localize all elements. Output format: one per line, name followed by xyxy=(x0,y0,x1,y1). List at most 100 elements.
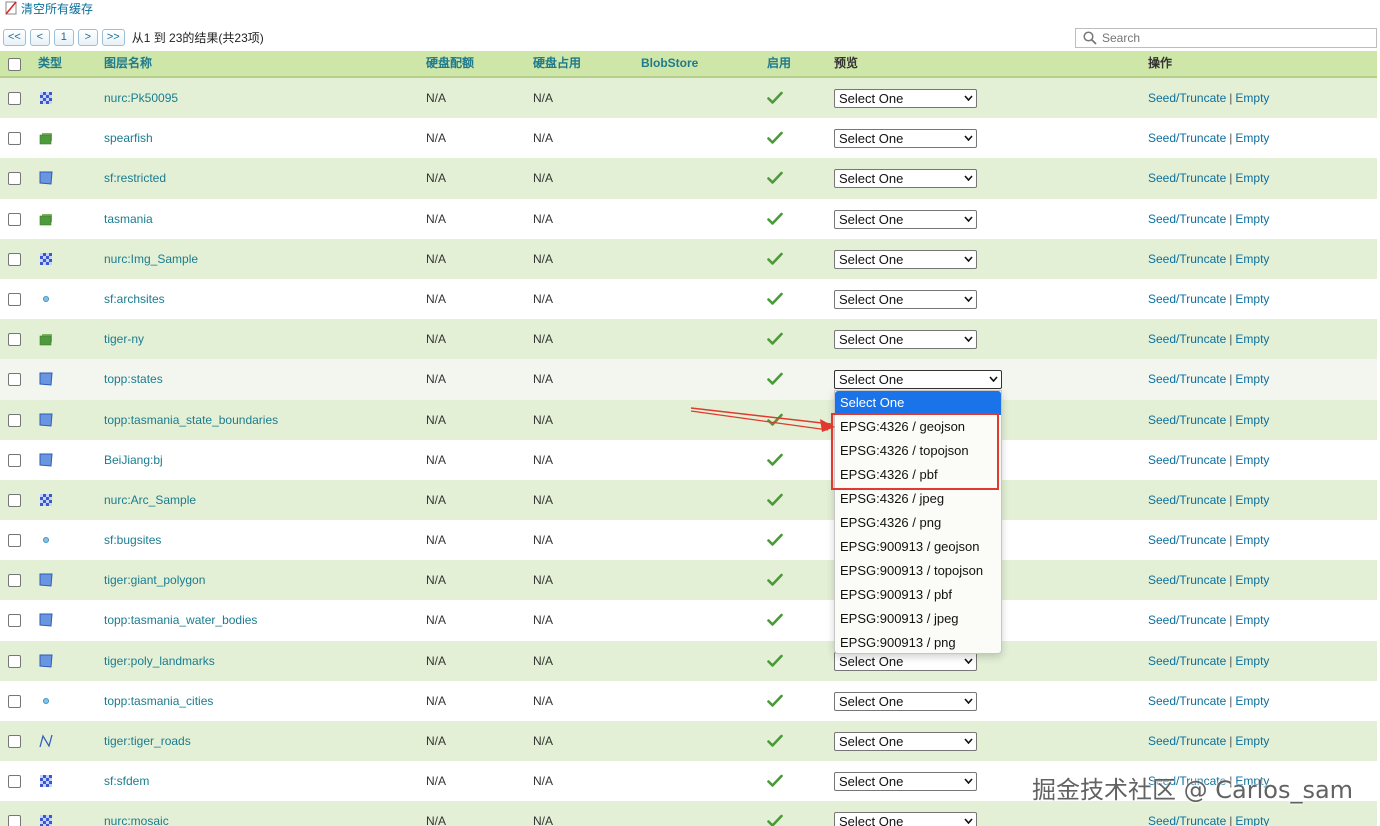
dropdown-option[interactable]: EPSG:4326 / topojson xyxy=(835,439,1001,463)
preview-select[interactable]: Select One xyxy=(834,89,977,108)
first-page-button[interactable]: << xyxy=(3,28,26,46)
seed-truncate-link[interactable]: Seed/Truncate xyxy=(1148,814,1226,826)
preview-select[interactable]: Select One xyxy=(834,732,977,751)
row-checkbox[interactable] xyxy=(8,333,21,347)
layer-name-link[interactable]: tiger:poly_landmarks xyxy=(104,641,215,681)
seed-truncate-link[interactable]: Seed/Truncate xyxy=(1148,332,1226,346)
preview-select[interactable]: Select One xyxy=(834,169,977,189)
layer-name-link[interactable]: topp:tasmania_state_boundaries xyxy=(104,400,278,440)
layer-name-link[interactable]: sf:restricted xyxy=(104,158,166,198)
seed-truncate-link[interactable]: Seed/Truncate xyxy=(1148,573,1226,587)
seed-truncate-link[interactable]: Seed/Truncate xyxy=(1148,292,1226,306)
layer-name-link[interactable]: sf:sfdem xyxy=(104,761,149,801)
layer-name-link[interactable]: BeiJiang:bj xyxy=(104,440,163,480)
preview-select[interactable]: Select One xyxy=(834,209,977,229)
preview-select[interactable]: Select One xyxy=(834,129,977,149)
preview-select[interactable]: Select One xyxy=(834,812,977,826)
dropdown-option[interactable]: EPSG:900913 / jpeg xyxy=(835,607,1001,631)
preview-select[interactable]: Select One xyxy=(834,370,1002,390)
row-checkbox[interactable] xyxy=(8,92,21,105)
empty-link[interactable]: Empty xyxy=(1235,413,1269,427)
row-checkbox[interactable] xyxy=(8,373,21,387)
dropdown-option[interactable]: EPSG:900913 / topojson xyxy=(835,559,1001,583)
row-checkbox[interactable] xyxy=(8,172,21,186)
row-checkbox[interactable] xyxy=(8,292,21,306)
seed-truncate-link[interactable]: Seed/Truncate xyxy=(1148,734,1226,748)
header-usage[interactable]: 硬盘占用 xyxy=(533,51,581,78)
search-input[interactable] xyxy=(1102,30,1376,46)
seed-truncate-link[interactable]: Seed/Truncate xyxy=(1148,453,1226,467)
empty-link[interactable]: Empty xyxy=(1235,131,1269,145)
layer-name-link[interactable]: topp:tasmania_cities xyxy=(104,681,213,721)
seed-truncate-link[interactable]: Seed/Truncate xyxy=(1148,493,1226,507)
seed-truncate-link[interactable]: Seed/Truncate xyxy=(1148,252,1226,266)
dropdown-option[interactable]: EPSG:900913 / pbf xyxy=(835,583,1001,607)
empty-link[interactable]: Empty xyxy=(1235,573,1269,587)
row-checkbox[interactable] xyxy=(8,694,21,708)
layer-name-link[interactable]: tiger-ny xyxy=(104,319,144,359)
layer-name-link[interactable]: tiger:giant_polygon xyxy=(104,560,205,600)
empty-link[interactable]: Empty xyxy=(1235,91,1269,105)
empty-link[interactable]: Empty xyxy=(1235,212,1269,226)
clear-all-cache-link[interactable]: 清空所有缓存 xyxy=(21,0,93,17)
layer-name-link[interactable]: sf:archsites xyxy=(104,279,165,319)
row-checkbox[interactable] xyxy=(8,574,21,588)
row-checkbox[interactable] xyxy=(8,413,21,427)
prev-page-button[interactable]: < xyxy=(29,28,50,46)
dropdown-option[interactable]: EPSG:4326 / jpeg xyxy=(835,487,1001,511)
header-quota[interactable]: 硬盘配额 xyxy=(426,51,474,78)
empty-link[interactable]: Empty xyxy=(1235,372,1269,386)
dropdown-option[interactable]: EPSG:900913 / png xyxy=(835,631,1001,655)
row-checkbox[interactable] xyxy=(8,815,21,826)
next-page-button[interactable]: > xyxy=(77,28,98,46)
layer-name-link[interactable]: nurc:Pk50095 xyxy=(104,78,178,118)
row-checkbox[interactable] xyxy=(8,453,21,467)
dropdown-option[interactable]: Select One xyxy=(835,391,1001,415)
dropdown-option[interactable]: EPSG:4326 / png xyxy=(835,511,1001,535)
row-checkbox[interactable] xyxy=(8,614,21,628)
last-page-button[interactable]: >> xyxy=(101,28,125,46)
empty-link[interactable]: Empty xyxy=(1235,613,1269,627)
seed-truncate-link[interactable]: Seed/Truncate xyxy=(1148,91,1226,105)
row-checkbox[interactable] xyxy=(8,252,21,266)
layer-name-link[interactable]: topp:states xyxy=(104,359,163,399)
preview-select[interactable]: Select One xyxy=(834,772,977,792)
dropdown-option[interactable]: EPSG:4326 / geojson xyxy=(835,415,1001,439)
page-1-button[interactable]: 1 xyxy=(53,28,74,46)
layer-name-link[interactable]: nurc:Arc_Sample xyxy=(104,480,196,520)
preview-select[interactable]: Select One xyxy=(834,249,977,269)
empty-link[interactable]: Empty xyxy=(1235,332,1269,346)
row-checkbox[interactable] xyxy=(8,775,21,789)
dropdown-option[interactable]: EPSG:900913 / geojson xyxy=(835,535,1001,559)
header-blobstore[interactable]: BlobStore xyxy=(641,51,698,78)
seed-truncate-link[interactable]: Seed/Truncate xyxy=(1148,694,1226,708)
empty-link[interactable]: Empty xyxy=(1235,694,1269,708)
layer-name-link[interactable]: nurc:Img_Sample xyxy=(104,239,198,279)
seed-truncate-link[interactable]: Seed/Truncate xyxy=(1148,131,1226,145)
layer-name-link[interactable]: tiger:tiger_roads xyxy=(104,721,191,761)
layer-name-link[interactable]: spearfish xyxy=(104,118,153,158)
header-enabled[interactable]: 启用 xyxy=(767,51,791,78)
row-checkbox[interactable] xyxy=(8,212,21,226)
empty-link[interactable]: Empty xyxy=(1235,292,1269,306)
row-checkbox[interactable] xyxy=(8,493,21,507)
seed-truncate-link[interactable]: Seed/Truncate xyxy=(1148,654,1226,668)
empty-link[interactable]: Empty xyxy=(1235,252,1269,266)
select-all-checkbox[interactable] xyxy=(8,58,21,71)
header-name[interactable]: 图层名称 xyxy=(104,51,152,78)
empty-link[interactable]: Empty xyxy=(1235,493,1269,507)
layer-name-link[interactable]: topp:tasmania_water_bodies xyxy=(104,600,257,640)
row-checkbox[interactable] xyxy=(8,132,21,146)
empty-link[interactable]: Empty xyxy=(1235,654,1269,668)
empty-link[interactable]: Empty xyxy=(1235,814,1269,826)
row-checkbox[interactable] xyxy=(8,534,21,548)
empty-link[interactable]: Empty xyxy=(1235,734,1269,748)
preview-select[interactable]: Select One xyxy=(834,330,977,350)
seed-truncate-link[interactable]: Seed/Truncate xyxy=(1148,171,1226,185)
row-checkbox[interactable] xyxy=(8,654,21,668)
empty-link[interactable]: Empty xyxy=(1235,533,1269,547)
layer-name-link[interactable]: nurc:mosaic xyxy=(104,801,169,826)
seed-truncate-link[interactable]: Seed/Truncate xyxy=(1148,413,1226,427)
layer-name-link[interactable]: sf:bugsites xyxy=(104,520,161,560)
seed-truncate-link[interactable]: Seed/Truncate xyxy=(1148,212,1226,226)
